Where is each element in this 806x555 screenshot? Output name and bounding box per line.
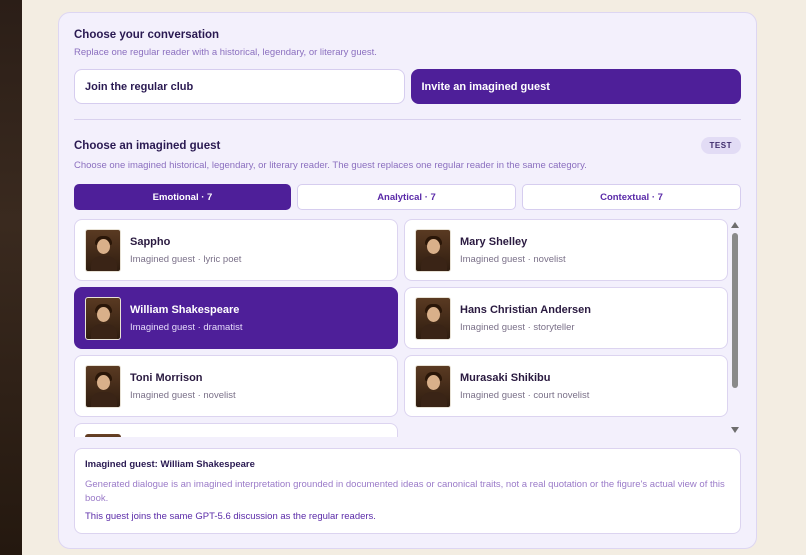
guest-portrait: [415, 296, 451, 340]
invite-imagined-guest-button[interactable]: Invite an imagined guest: [410, 69, 741, 104]
tab-contextual[interactable]: Contextual · 7: [522, 184, 741, 210]
guest-picker-subtitle: Choose one imagined historical, legendar…: [74, 160, 587, 171]
guest-card-murasaki-shikibu[interactable]: Murasaki Shikibu Imagined guest · court …: [404, 355, 728, 417]
guest-role: Imagined guest · lyric poet: [130, 253, 242, 265]
guest-list: Sappho Imagined guest · lyric poet Mary …: [74, 219, 741, 437]
guest-selection-panel: Choose your conversation Replace one reg…: [58, 12, 757, 549]
guest-role: Imagined guest · court novelist: [460, 389, 590, 401]
join-regular-club-button[interactable]: Join the regular club: [74, 69, 405, 104]
guest-card-toni-morrison[interactable]: Toni Morrison Imagined guest · novelist: [74, 355, 398, 417]
tab-emotional[interactable]: Emotional · 7: [74, 184, 291, 210]
section-divider: [74, 119, 741, 120]
guest-portrait: [85, 364, 121, 408]
guest-name: William Shakespeare: [130, 303, 240, 316]
test-badge: TEST: [700, 137, 741, 154]
guest-name: Mary Shelley: [460, 235, 528, 248]
guest-info-note: This guest joins the same GPT-5.6 discus…: [85, 511, 376, 522]
guest-info-title: Imagined guest: William Shakespeare: [85, 459, 255, 470]
guest-card-mary-shelley[interactable]: Mary Shelley Imagined guest · novelist: [404, 219, 728, 281]
guest-name: Hans Christian Andersen: [460, 303, 592, 316]
guest-card-hans-christian-andersen[interactable]: Hans Christian Andersen Imagined guest ·…: [404, 287, 728, 349]
guest-picker-header: Choose an imagined guest TEST: [74, 137, 741, 154]
scroll-up-arrow-icon[interactable]: [731, 222, 739, 228]
guest-name: Murasaki Shikibu: [460, 371, 551, 384]
scrollbar-thumb[interactable]: [732, 233, 738, 388]
guest-list-scrollbar[interactable]: [729, 219, 741, 437]
background-left: [0, 0, 22, 555]
guest-card-william-shakespeare[interactable]: William Shakespeare Imagined guest · dra…: [74, 287, 398, 349]
guest-info-disclaimer: Generated dialogue is an imagined interp…: [85, 479, 725, 504]
guest-role: Imagined guest · novelist: [460, 253, 566, 265]
guest-role: Imagined guest · novelist: [130, 389, 236, 401]
guest-picker-title: Choose an imagined guest: [74, 139, 221, 152]
guest-info-box: Imagined guest: William Shakespeare Gene…: [74, 448, 741, 534]
guest-portrait: [85, 296, 121, 340]
guest-portrait: [85, 228, 121, 272]
guest-name: Toni Morrison: [130, 371, 203, 384]
guest-card-partial[interactable]: [74, 423, 398, 437]
guest-portrait: [415, 228, 451, 272]
guest-name: Sappho: [130, 235, 171, 248]
scroll-down-arrow-icon[interactable]: [731, 427, 739, 433]
guest-card-sappho[interactable]: Sappho Imagined guest · lyric poet: [74, 219, 398, 281]
guest-role: Imagined guest · dramatist: [130, 321, 243, 333]
guest-role: Imagined guest · storyteller: [460, 321, 575, 333]
tab-analytical[interactable]: Analytical · 7: [297, 184, 516, 210]
background-right: [756, 0, 806, 555]
conversation-mode-options: Join the regular club Invite an imagined…: [74, 69, 741, 104]
guest-portrait: [415, 364, 451, 408]
category-tabs: Emotional · 7 Analytical · 7 Contextual …: [74, 184, 741, 210]
conversation-title: Choose your conversation: [74, 29, 220, 41]
conversation-subtitle: Replace one regular reader with a histor…: [74, 47, 377, 58]
